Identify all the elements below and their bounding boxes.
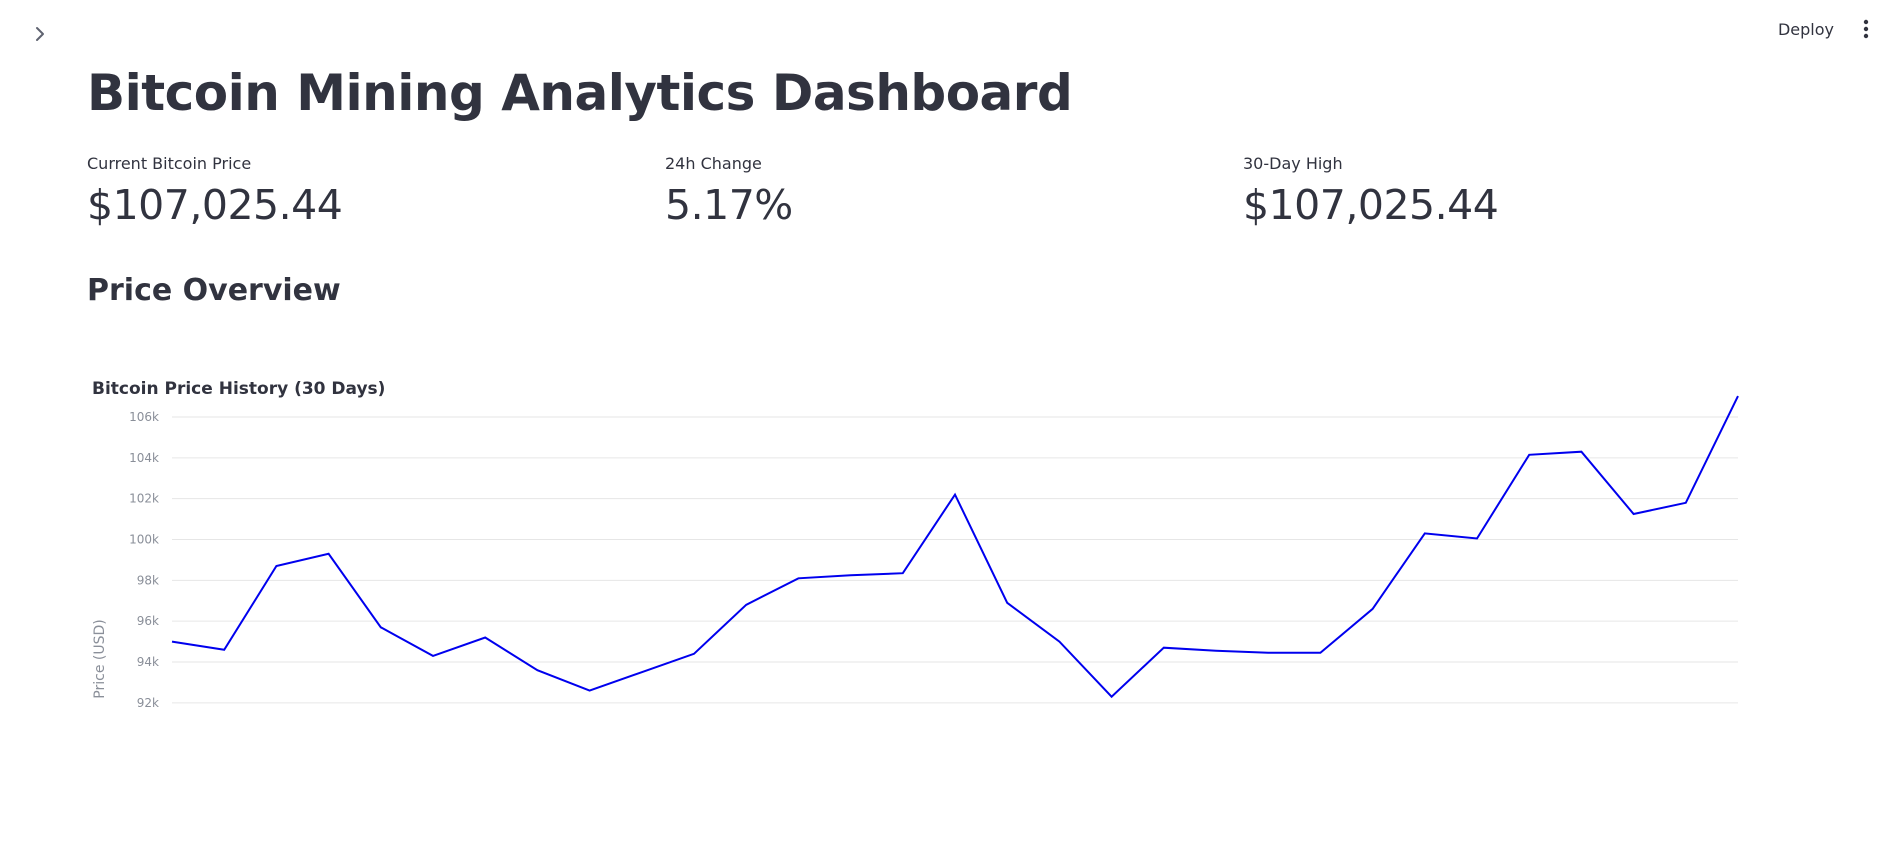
y-tick-label: 102k [129, 492, 159, 506]
page-title: Bitcoin Mining Analytics Dashboard [87, 64, 1073, 122]
metric-label: 24h Change [665, 154, 762, 173]
y-tick-label: 94k [137, 655, 159, 669]
metric-value: $107,025.44 [87, 181, 343, 229]
series-line[interactable] [171, 395, 1739, 699]
y-tick-label: 98k [137, 573, 159, 587]
deploy-button[interactable]: Deploy [1774, 18, 1838, 41]
y-tick-label: 92k [137, 696, 159, 710]
vertical-dots-icon [1863, 19, 1869, 39]
metric-value: $107,025.44 [1243, 181, 1499, 229]
y-tick-label: 106k [129, 410, 159, 424]
chart-canvas[interactable]: 92k 94k 96k 98k 100k 102k 104k 106k Price (USD) [87, 372, 1807, 847]
chevron-right-icon [36, 27, 44, 41]
toolbar: Deploy [1774, 16, 1876, 42]
metric-label: 30-Day High [1243, 154, 1343, 173]
gridlines [172, 416, 1738, 704]
y-axis-label: Price (USD) [92, 619, 108, 698]
y-tick-labels: 92k 94k 96k 98k 100k 102k 104k 106k [129, 410, 159, 710]
metric-label: Current Bitcoin Price [87, 154, 252, 173]
main-menu-button[interactable] [1856, 16, 1876, 42]
metric-24h-change: 24h Change 5.17% [665, 154, 793, 229]
y-tick-label: 96k [137, 614, 159, 628]
metric-value: 5.17% [665, 181, 793, 229]
section-header: Price Overview [87, 273, 341, 308]
sidebar-expand-button[interactable] [28, 22, 52, 46]
series-layer [171, 395, 1739, 699]
y-tick-label: 100k [129, 533, 159, 547]
price-history-chart[interactable]: Bitcoin Price History (30 Days) 92k 94k 96… [87, 372, 1807, 847]
y-tick-label: 104k [129, 451, 159, 465]
metric-current-price: Current Bitcoin Price $107,025.44 [87, 154, 343, 229]
metric-30-day-high: 30-Day High $107,025.44 [1243, 154, 1499, 229]
